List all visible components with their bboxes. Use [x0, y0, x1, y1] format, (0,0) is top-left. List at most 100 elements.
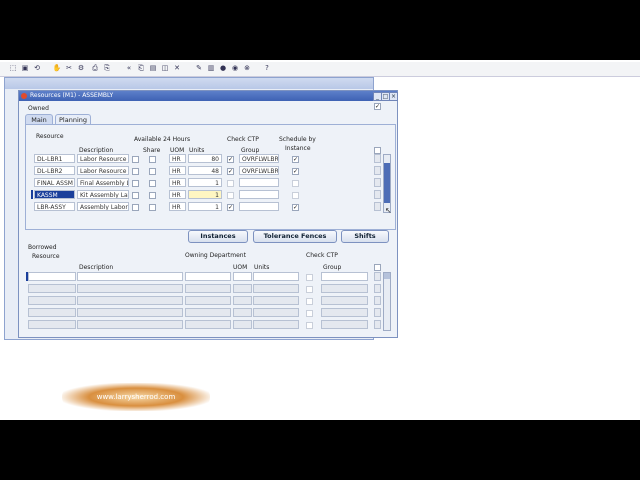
borrowed-cell[interactable]: [28, 272, 76, 281]
zoom-icon[interactable]: ⚙: [76, 64, 86, 73]
resource-cell-selected[interactable]: KASSM: [34, 190, 75, 199]
borrowed-group-cell[interactable]: [321, 296, 368, 305]
shifts-button[interactable]: Shifts: [341, 230, 389, 243]
row-select[interactable]: [374, 178, 381, 187]
borrowed-group-cell[interactable]: [321, 308, 368, 317]
window-titlebar[interactable]: Resources (M1) - ASSEMBLY _ □ ×: [19, 91, 398, 101]
paste-icon[interactable]: ▤: [148, 64, 158, 73]
description-cell[interactable]: Labor Resource -: [77, 166, 129, 175]
back-icon[interactable]: «: [124, 64, 134, 73]
row-select[interactable]: [374, 166, 381, 175]
borrowed-group-cell[interactable]: [321, 320, 368, 329]
borrowed-cell[interactable]: [28, 284, 76, 293]
owned-checkbox[interactable]: ✓: [374, 103, 381, 110]
group-cell[interactable]: [239, 190, 279, 199]
switch-icon[interactable]: ⟲: [32, 64, 42, 73]
check-ctp-checkbox[interactable]: [227, 180, 234, 187]
print-icon[interactable]: ⎙: [90, 64, 100, 73]
group-cell[interactable]: [239, 202, 279, 211]
borrowed-cell[interactable]: [77, 272, 183, 281]
share-checkbox[interactable]: [149, 204, 156, 211]
schedule-checkbox[interactable]: [292, 192, 299, 199]
borrowed-cell[interactable]: [185, 296, 231, 305]
available-24-checkbox[interactable]: [132, 192, 139, 199]
borrowed-row-select[interactable]: [374, 296, 381, 305]
group-cell[interactable]: [239, 178, 279, 187]
close-icon[interactable]: ×: [389, 92, 398, 101]
borrowed-group-cell[interactable]: [321, 284, 368, 293]
share-checkbox[interactable]: [149, 192, 156, 199]
clear-icon[interactable]: ◫: [160, 64, 170, 73]
resource-table-scrollbar[interactable]: [383, 154, 391, 213]
borrowed-cell[interactable]: [185, 320, 231, 329]
borrowed-cell[interactable]: [233, 284, 252, 293]
borrowed-cell[interactable]: [253, 284, 299, 293]
units-cell[interactable]: 80: [188, 154, 222, 163]
schedule-checkbox[interactable]: [292, 180, 299, 187]
borrowed-cell[interactable]: [77, 320, 183, 329]
check-ctp-checkbox[interactable]: ✓: [227, 204, 234, 211]
borrowed-cell[interactable]: [233, 320, 252, 329]
borrowed-cell[interactable]: [77, 284, 183, 293]
help-icon[interactable]: ?: [262, 64, 272, 73]
schedule-checkbox[interactable]: ✓: [292, 204, 299, 211]
share-checkbox[interactable]: [149, 156, 156, 163]
group-cell[interactable]: OVRFLWLBR: [239, 166, 279, 175]
record-icon[interactable]: ●: [218, 64, 228, 73]
row-select[interactable]: [374, 154, 381, 163]
available-24-checkbox[interactable]: [132, 204, 139, 211]
uom-cell[interactable]: HR: [169, 178, 186, 187]
share-checkbox[interactable]: [149, 168, 156, 175]
check-ctp-checkbox[interactable]: ✓: [227, 156, 234, 163]
resource-cell[interactable]: FINAL ASSM: [34, 178, 75, 187]
description-cell[interactable]: Labor Resource -: [77, 154, 129, 163]
row-select[interactable]: [374, 202, 381, 211]
navigator-icon[interactable]: ✂: [64, 64, 74, 73]
description-cell[interactable]: Assembly Labor: [77, 202, 129, 211]
units-cell[interactable]: 1: [188, 190, 222, 199]
borrowed-cell[interactable]: [185, 308, 231, 317]
row-select[interactable]: [374, 190, 381, 199]
borrowed-cell[interactable]: [253, 320, 299, 329]
uom-cell[interactable]: HR: [169, 202, 186, 211]
borrowed-row-select[interactable]: [374, 308, 381, 317]
available-24-checkbox[interactable]: [132, 180, 139, 187]
borrowed-row-select[interactable]: [374, 272, 381, 281]
resource-cell[interactable]: LBR-ASSY: [34, 202, 75, 211]
borrowed-check-ctp-checkbox[interactable]: [306, 298, 313, 305]
translation-icon[interactable]: ◉: [230, 64, 240, 73]
borrowed-check-ctp-checkbox[interactable]: [306, 310, 313, 317]
check-ctp-checkbox[interactable]: [227, 192, 234, 199]
scroll-up-arrow[interactable]: [384, 273, 390, 279]
units-cell[interactable]: 1: [188, 178, 222, 187]
borrowed-cell[interactable]: [233, 272, 252, 281]
schedule-checkbox[interactable]: ✓: [292, 168, 299, 175]
group-cell[interactable]: OVRFLWLBR: [239, 154, 279, 163]
borrowed-cell[interactable]: [28, 320, 76, 329]
borrowed-cell[interactable]: [77, 296, 183, 305]
uom-cell[interactable]: HR: [169, 154, 186, 163]
available-24-checkbox[interactable]: [132, 168, 139, 175]
copy-icon[interactable]: ⎗: [136, 64, 146, 73]
share-checkbox[interactable]: [149, 180, 156, 187]
borrowed-cell[interactable]: [233, 308, 252, 317]
resource-cell[interactable]: DL-LBR1: [34, 154, 75, 163]
save-icon[interactable]: ▣: [20, 64, 30, 73]
find-icon[interactable]: ✋: [52, 64, 62, 73]
borrowed-cell[interactable]: [233, 296, 252, 305]
borrowed-cell[interactable]: [253, 308, 299, 317]
instances-button[interactable]: Instances: [188, 230, 248, 243]
borrowed-cell[interactable]: [253, 296, 299, 305]
folder-icon[interactable]: ▥: [206, 64, 216, 73]
available-24-checkbox[interactable]: [132, 156, 139, 163]
borrowed-check-ctp-checkbox[interactable]: [306, 274, 313, 281]
check-ctp-checkbox[interactable]: ✓: [227, 168, 234, 175]
attach-icon[interactable]: ⎘: [102, 64, 112, 73]
borrowed-cell[interactable]: [28, 296, 76, 305]
new-icon[interactable]: ⬚: [8, 64, 18, 73]
borrowed-cell[interactable]: [28, 308, 76, 317]
borrowed-cell[interactable]: [77, 308, 183, 317]
description-cell[interactable]: Final Assembly L: [77, 178, 129, 187]
description-cell[interactable]: Kit Assembly Lat: [77, 190, 129, 199]
resource-cell[interactable]: DL-LBR2: [34, 166, 75, 175]
